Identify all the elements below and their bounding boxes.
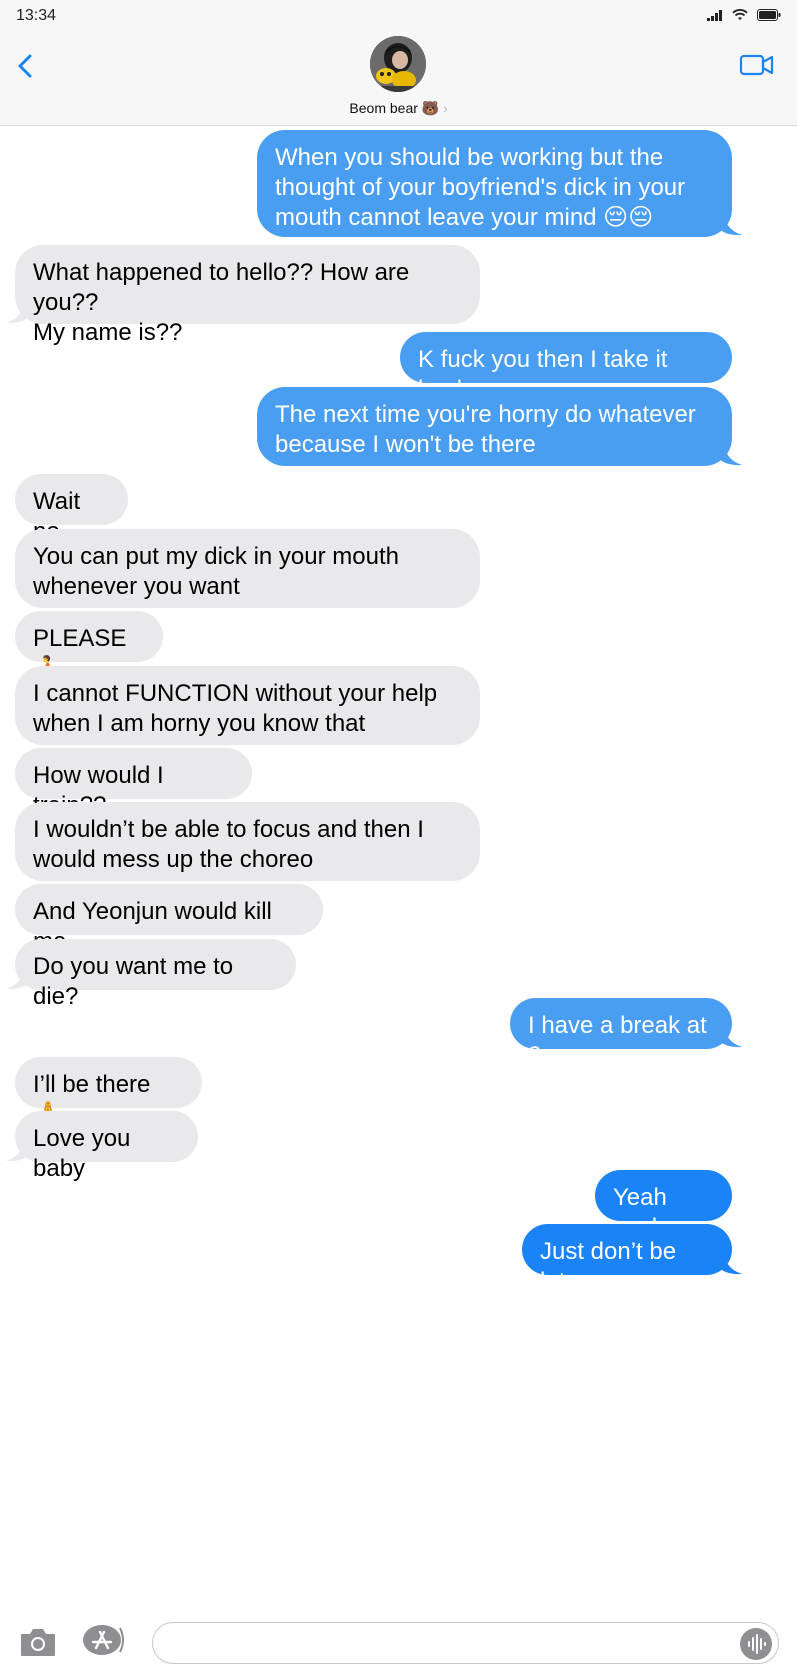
message-bubble-incoming[interactable]: How would I train?? (15, 748, 252, 819)
app-store-button[interactable] (80, 1622, 126, 1658)
video-call-button[interactable] (739, 48, 775, 82)
message-bubble-outgoing[interactable]: K fuck you then I take it back (400, 332, 732, 403)
audio-message-button[interactable] (740, 1628, 772, 1660)
video-camera-icon (739, 54, 774, 76)
contact-name-button[interactable]: Beom bear 🐻 › (0, 100, 797, 117)
app-store-icon (83, 1625, 124, 1655)
conversation-header: Beom bear 🐻 › (0, 34, 797, 126)
camera-button[interactable] (18, 1624, 58, 1660)
audio-waveform-icon (748, 1634, 766, 1654)
message-bubble-outgoing[interactable]: When you should be working but the thoug… (257, 130, 732, 237)
back-button[interactable] (12, 48, 42, 84)
message-input[interactable] (152, 1622, 779, 1664)
message-bubble-outgoing[interactable]: I have a break at 3 (510, 998, 732, 1069)
message-bubble-incoming[interactable]: What happened to hello?? How are you?? M… (15, 245, 480, 346)
chevron-left-icon (18, 54, 32, 78)
message-bubble-incoming[interactable]: Wait no (15, 474, 128, 545)
message-bubble-outgoing[interactable]: Just don’t be late (522, 1224, 732, 1295)
camera-icon (21, 1629, 55, 1656)
status-time: 13:34 (16, 7, 57, 24)
status-icons (707, 9, 781, 21)
message-bubble-incoming[interactable]: Do you want me to die? (15, 939, 296, 1010)
message-bubble-outgoing[interactable]: Yeah yeah (595, 1170, 732, 1241)
message-bubble-incoming[interactable]: You can put my dick in your mouth whenev… (15, 529, 480, 608)
message-bubble-incoming[interactable]: I wouldn’t be able to focus and then I w… (15, 802, 480, 881)
signal-icon (707, 9, 722, 21)
message-bubble-incoming[interactable]: Love you baby (15, 1111, 198, 1182)
message-bubble-incoming[interactable]: I’ll be there 🙏 (15, 1057, 202, 1128)
message-bubble-outgoing[interactable]: The next time you're horny do whatever b… (257, 387, 732, 466)
contact-avatar[interactable] (370, 36, 426, 92)
status-bar: 13:34 (0, 0, 797, 34)
contact-name: Beom bear 🐻 (349, 100, 440, 116)
message-bubble-incoming[interactable]: And Yeonjun would kill me (15, 884, 323, 955)
message-composer (0, 1612, 797, 1674)
message-bubble-incoming[interactable]: PLEASE 🧎 (15, 611, 163, 682)
battery-icon (757, 9, 781, 21)
wifi-icon (732, 9, 748, 20)
avatar-image (370, 36, 426, 92)
chevron-right-icon: › (443, 101, 448, 116)
message-bubble-incoming[interactable]: I cannot FUNCTION without your help when… (15, 666, 480, 745)
